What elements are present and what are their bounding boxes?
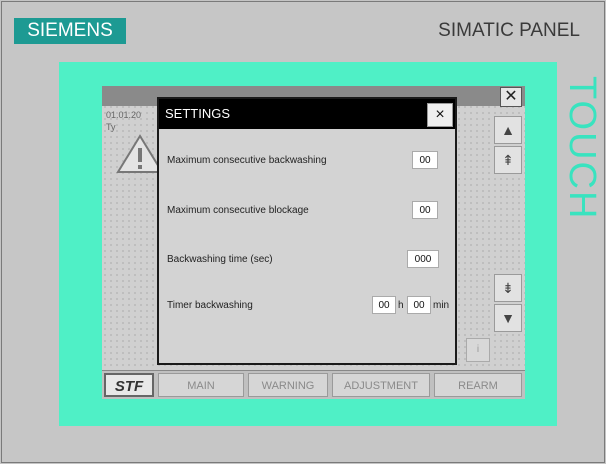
timer-hours-input[interactable]: 00 bbox=[372, 296, 396, 314]
page-down-button[interactable]: ⇟ bbox=[494, 274, 522, 302]
panel-frame: SIEMENS SIMATIC PANEL TOUCH ✕ 01.01.20 T… bbox=[1, 1, 605, 463]
minutes-unit: min bbox=[433, 300, 450, 311]
double-arrow-down-icon: ⇟ bbox=[502, 280, 514, 296]
close-icon: × bbox=[435, 106, 445, 123]
main-button[interactable]: MAIN bbox=[158, 373, 244, 397]
screen-date: 01.01.20 bbox=[106, 110, 142, 120]
double-arrow-up-icon: ⇞ bbox=[502, 152, 514, 168]
screen-close-button[interactable]: ✕ bbox=[500, 87, 522, 107]
max-blockage-label: Maximum consecutive blockage bbox=[167, 205, 309, 216]
adjustment-button[interactable]: ADJUSTMENT bbox=[332, 373, 430, 397]
max-blockage-input[interactable]: 00 bbox=[412, 201, 438, 219]
bottom-nav-bar: STF MAIN WARNING ADJUSTMENT REARM bbox=[102, 370, 525, 399]
arrow-down-icon: ▼ bbox=[501, 310, 515, 326]
backwashing-time-input[interactable]: 000 bbox=[407, 250, 439, 268]
arrow-up-icon: ▲ bbox=[501, 122, 515, 138]
dialog-titlebar: SETTINGS bbox=[159, 99, 455, 129]
stf-button[interactable]: STF bbox=[104, 373, 154, 397]
brand-logo: SIEMENS bbox=[14, 18, 126, 44]
scroll-down-button[interactable]: ▼ bbox=[494, 304, 522, 332]
timer-minutes-input[interactable]: 00 bbox=[407, 296, 431, 314]
rearm-button[interactable]: REARM bbox=[434, 373, 522, 397]
settings-dialog: SETTINGS × Maximum consecutive backwashi… bbox=[157, 97, 457, 365]
backwashing-time-label: Backwashing time (sec) bbox=[167, 254, 273, 265]
screen-ty-text: Ty bbox=[106, 122, 116, 132]
dialog-title: SETTINGS bbox=[165, 106, 231, 121]
hours-unit: h bbox=[398, 300, 404, 311]
info-button[interactable]: i bbox=[466, 338, 490, 362]
max-backwashing-label: Maximum consecutive backwashing bbox=[167, 155, 327, 166]
panel-name: SIMATIC PANEL bbox=[438, 20, 580, 41]
page-up-button[interactable]: ⇞ bbox=[494, 146, 522, 174]
warning-button[interactable]: WARNING bbox=[248, 373, 328, 397]
timer-backwashing-label: Timer backwashing bbox=[167, 300, 253, 311]
close-icon: ✕ bbox=[504, 88, 518, 105]
max-backwashing-input[interactable]: 00 bbox=[412, 151, 438, 169]
scroll-up-button[interactable]: ▲ bbox=[494, 116, 522, 144]
touch-label: TOUCH bbox=[561, 76, 603, 221]
dialog-close-button[interactable]: × bbox=[427, 103, 453, 127]
